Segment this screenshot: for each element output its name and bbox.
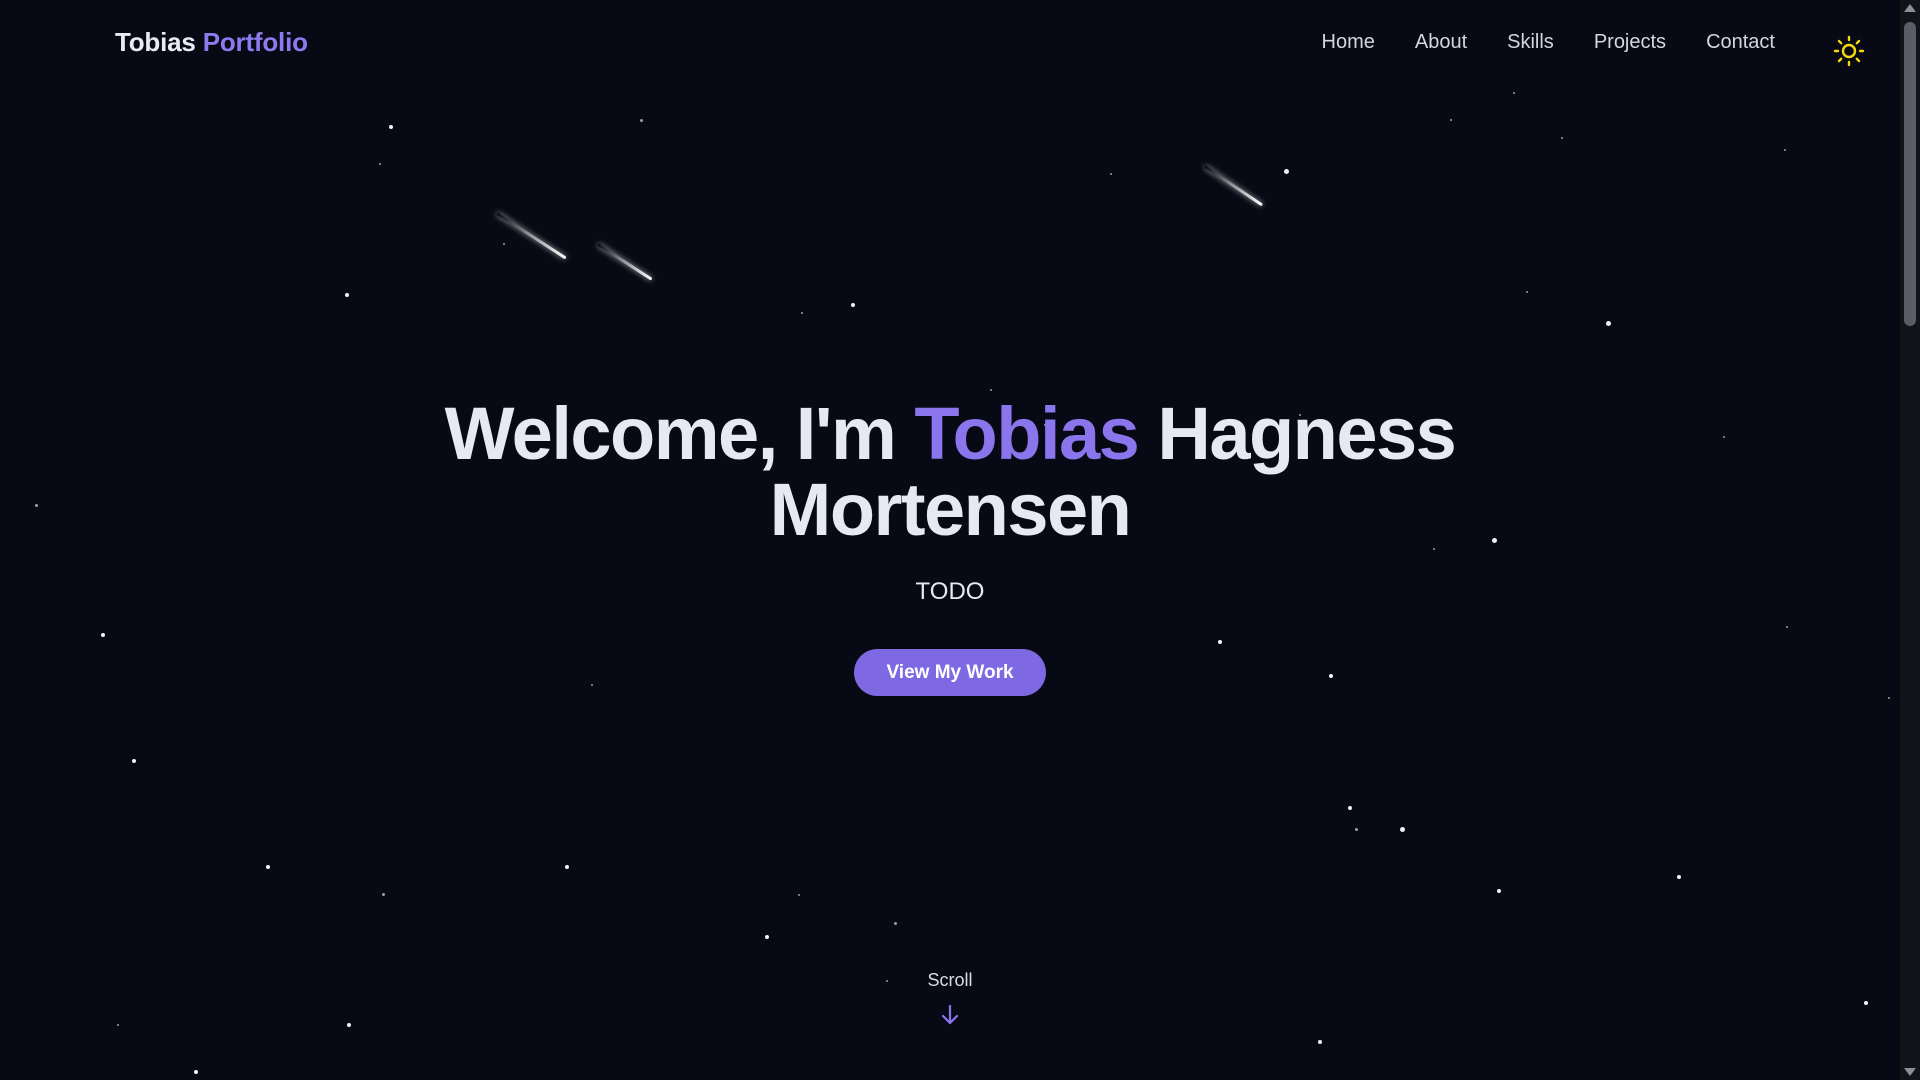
shooting-star — [597, 243, 653, 281]
star — [389, 125, 393, 129]
star — [990, 389, 992, 391]
logo-accent: Portfolio — [202, 27, 308, 57]
hero-title: Welcome, I'm Tobias Hagness Mortensen — [0, 396, 1900, 548]
star — [893, 921, 897, 925]
star — [345, 293, 349, 297]
star — [565, 865, 569, 869]
star — [591, 684, 593, 686]
vertical-scrollbar[interactable] — [1900, 0, 1920, 1080]
star — [1283, 168, 1289, 174]
star — [1513, 92, 1515, 94]
star — [132, 759, 136, 763]
site-logo[interactable]: Tobias Portfolio — [115, 27, 308, 58]
star — [801, 312, 803, 314]
shooting-star — [496, 212, 567, 260]
star — [1348, 806, 1352, 810]
hero-title-line2: Mortensen — [769, 468, 1132, 551]
scroll-up-icon[interactable] — [1904, 4, 1916, 12]
star — [1318, 1040, 1322, 1044]
nav-item-about[interactable]: About — [1415, 31, 1467, 54]
star — [798, 894, 800, 896]
star — [1561, 137, 1563, 139]
theme-toggle-button[interactable] — [1833, 35, 1865, 67]
star — [851, 303, 855, 307]
shooting-star — [1204, 165, 1264, 207]
arrow-down-icon[interactable] — [940, 1004, 960, 1026]
top-navigation: Tobias Portfolio Home About Skills Proje… — [0, 0, 1900, 88]
nav-item-skills[interactable]: Skills — [1507, 31, 1554, 54]
hero-title-prefix: Welcome, I'm — [444, 392, 897, 475]
star — [1354, 827, 1358, 831]
star — [1786, 626, 1788, 628]
nav-item-contact[interactable]: Contact — [1706, 31, 1775, 54]
star — [266, 865, 270, 869]
star — [1888, 697, 1890, 699]
star — [1399, 826, 1405, 832]
star — [1497, 889, 1501, 893]
scroll-down-icon[interactable] — [1904, 1068, 1916, 1076]
star — [503, 243, 505, 245]
star — [1433, 548, 1435, 550]
star — [1110, 173, 1112, 175]
star — [1864, 1001, 1868, 1005]
scroll-indicator-label[interactable]: Scroll — [0, 970, 1900, 991]
star — [117, 1024, 119, 1026]
portfolio-page: Tobias Portfolio Home About Skills Proje… — [0, 0, 1920, 1080]
hero-title-rest: Hagness — [1157, 392, 1456, 475]
nav-menu: Home About Skills Projects Contact — [1322, 31, 1775, 54]
scrollbar-thumb[interactable] — [1904, 22, 1916, 326]
nav-item-projects[interactable]: Projects — [1594, 31, 1666, 54]
view-my-work-button[interactable]: View My Work — [854, 649, 1046, 696]
star — [1784, 149, 1786, 151]
star — [101, 633, 105, 637]
star — [194, 1070, 198, 1074]
hero-subtitle: TODO — [915, 578, 985, 605]
star — [1526, 291, 1528, 293]
star — [379, 163, 381, 165]
star — [347, 1023, 351, 1027]
star — [1677, 875, 1681, 879]
nav-item-home[interactable]: Home — [1322, 31, 1375, 54]
star — [381, 892, 385, 896]
star — [1218, 640, 1222, 644]
hero-title-accent: Tobias — [914, 392, 1139, 475]
star — [765, 935, 769, 939]
sun-icon — [1833, 35, 1865, 67]
star — [1329, 674, 1333, 678]
star — [1450, 119, 1452, 121]
star — [639, 118, 643, 122]
star — [1605, 320, 1611, 326]
logo-name: Tobias — [115, 27, 196, 57]
